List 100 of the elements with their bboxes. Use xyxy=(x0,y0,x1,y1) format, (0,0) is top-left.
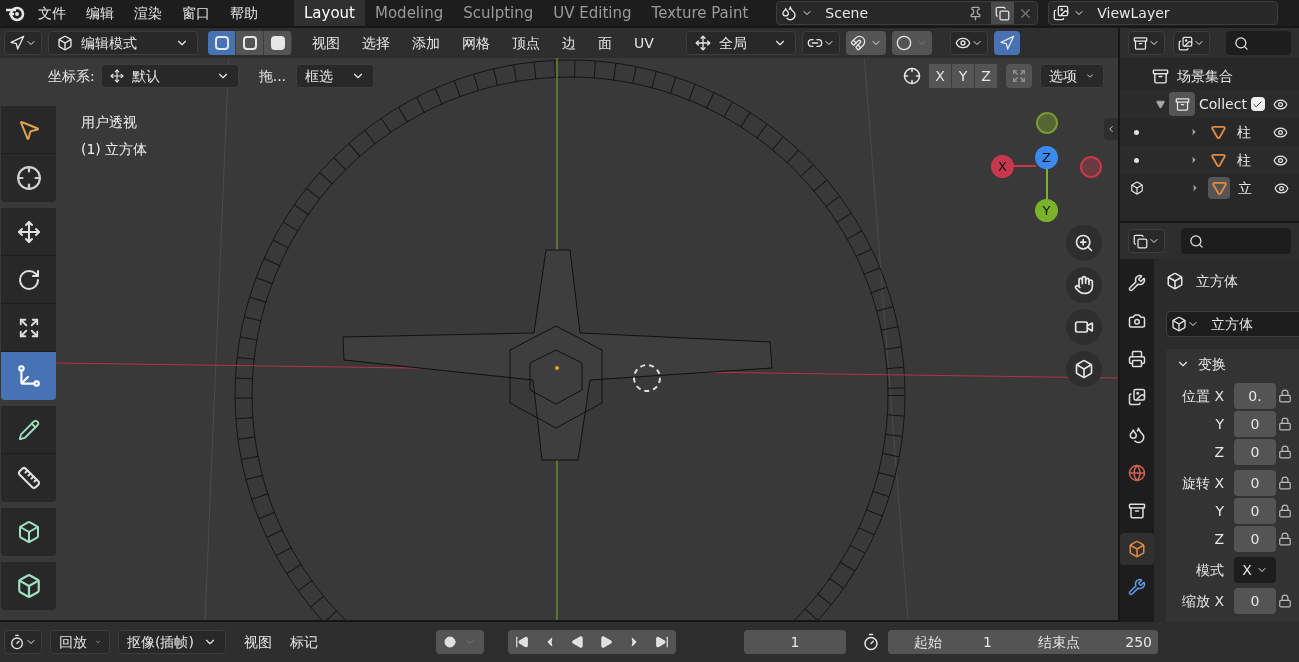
properties-search-field[interactable] xyxy=(1181,228,1291,254)
lock-icon[interactable] xyxy=(1278,504,1292,518)
number-field[interactable]: 0 xyxy=(1234,439,1276,465)
viewport-menu[interactable]: 视图 xyxy=(312,32,340,54)
menu-item[interactable]: 文件 xyxy=(38,2,66,24)
editor-type-button[interactable] xyxy=(1128,229,1165,253)
workspace-tab[interactable]: Texture Paint xyxy=(641,0,759,26)
lock-icon[interactable] xyxy=(1278,417,1292,431)
mirror-axis-button[interactable]: X xyxy=(929,64,952,88)
workspace-tab[interactable]: Modeling xyxy=(365,0,454,26)
object-name-field[interactable]: 立方体 xyxy=(1166,311,1299,337)
gizmo-toggle[interactable] xyxy=(993,31,1020,55)
move-tool-button[interactable] xyxy=(1,208,56,256)
timeline-menu[interactable]: 标记 xyxy=(290,631,318,653)
display-mode-button[interactable] xyxy=(1128,31,1165,55)
viewport-menu[interactable]: 顶点 xyxy=(512,32,540,54)
pivot-button[interactable] xyxy=(801,31,840,55)
menu-item[interactable]: 渲染 xyxy=(134,2,162,24)
object-tab[interactable] xyxy=(1120,533,1154,565)
number-field[interactable]: 0 xyxy=(1234,411,1276,437)
record-button[interactable] xyxy=(436,630,484,654)
workspace-tab[interactable]: Sculpting xyxy=(453,0,544,26)
snap-button[interactable] xyxy=(845,31,886,55)
negative-x-axis-handle[interactable] xyxy=(1080,156,1102,178)
mirror-axis-button[interactable]: Z xyxy=(975,64,998,88)
number-field[interactable]: 0. xyxy=(1234,383,1276,409)
y-axis-handle[interactable]: Y xyxy=(1035,199,1058,222)
number-field[interactable]: 0 xyxy=(1234,588,1276,614)
number-field[interactable]: 0 xyxy=(1234,526,1276,552)
scale-tool-button[interactable] xyxy=(1,304,56,352)
transform-tool-button[interactable] xyxy=(1,352,56,400)
visibility-button[interactable] xyxy=(949,31,988,55)
cursor-tool-button[interactable] xyxy=(1,154,56,202)
eye-icon[interactable] xyxy=(1273,124,1288,140)
measure-tool-button[interactable] xyxy=(1,454,56,502)
rotate-tool-button[interactable] xyxy=(1,256,56,304)
add-cube-tool-button[interactable] xyxy=(1,508,56,556)
navigation-button[interactable] xyxy=(1066,351,1102,387)
eye-icon[interactable] xyxy=(1274,180,1289,196)
outliner-search-field[interactable] xyxy=(1226,31,1291,55)
section-header[interactable]: 变换 xyxy=(1166,349,1299,379)
outliner-item-name[interactable]: 柱 xyxy=(1237,121,1251,143)
viewport-menu[interactable]: 边 xyxy=(562,32,576,54)
editor-type-button[interactable] xyxy=(4,31,42,55)
mode-dropdown[interactable]: 编辑模式 xyxy=(48,31,198,55)
select-tool-button[interactable] xyxy=(1,106,56,154)
menu-item[interactable]: 帮助 xyxy=(230,2,258,24)
workspace-tab[interactable]: UV Editing xyxy=(543,0,642,26)
lock-icon[interactable] xyxy=(1278,476,1292,490)
lock-icon[interactable] xyxy=(1278,594,1292,608)
select-mode-button[interactable] xyxy=(236,31,264,55)
menu-item[interactable]: 编辑 xyxy=(86,2,114,24)
playback-dropdown[interactable]: 回放 xyxy=(50,630,110,654)
proportional-button[interactable] xyxy=(891,31,932,55)
stopwatch-icon[interactable] xyxy=(862,633,880,651)
outliner-item-name[interactable]: Collect xyxy=(1199,93,1247,115)
select-mode-button[interactable] xyxy=(208,31,236,55)
view-layer-selector[interactable]: ViewLayer xyxy=(1048,1,1279,25)
navigation-button[interactable] xyxy=(1066,267,1102,303)
outliner-item-name[interactable]: 场景集合 xyxy=(1177,65,1233,87)
sidebar-toggle[interactable] xyxy=(1104,118,1118,140)
eye-icon[interactable] xyxy=(1272,96,1288,112)
lock-icon[interactable] xyxy=(1278,445,1292,459)
expand-icon[interactable] xyxy=(1189,127,1199,137)
lock-icon[interactable] xyxy=(1278,389,1292,403)
filter-button[interactable] xyxy=(1173,31,1210,55)
z-axis-handle[interactable]: Z xyxy=(1035,146,1058,169)
menu-item[interactable]: 窗口 xyxy=(182,2,210,24)
navigation-button[interactable] xyxy=(1066,225,1102,261)
pin-icon[interactable] xyxy=(968,5,984,21)
navigation-button[interactable] xyxy=(1066,309,1102,345)
expand-icon[interactable] xyxy=(1190,183,1200,193)
coordinate-dropdown[interactable]: 默认 xyxy=(100,64,239,88)
keying-dropdown[interactable]: 抠像(插帧) xyxy=(118,630,226,654)
scene-selector[interactable]: Scene xyxy=(776,1,1039,25)
outliner-item-name[interactable]: 柱 xyxy=(1237,149,1251,171)
expand-icon[interactable] xyxy=(1189,155,1199,165)
orientation-dropdown[interactable]: 全局 xyxy=(685,31,796,55)
expand-icon[interactable] xyxy=(1156,99,1165,109)
negative-y-axis-handle[interactable] xyxy=(1036,112,1058,134)
select-mode-button[interactable] xyxy=(264,31,292,55)
number-field[interactable]: 0 xyxy=(1234,470,1276,496)
annotate-tool-button[interactable] xyxy=(1,406,56,454)
viewport[interactable]: 编辑模式 视图 选择 添加 网格 顶点 边 面 UV 全局 坐标系: 默认 拖... 框选 X Y Z 选项 用户透视 (1) 立方体 X Z Y xyxy=(0,28,1118,620)
mode-dropdown[interactable]: X xyxy=(1234,557,1276,583)
start-frame-field[interactable]: 起始 1 xyxy=(888,630,1018,654)
lock-icon[interactable] xyxy=(1278,532,1292,546)
drag-dropdown[interactable]: 框选 xyxy=(296,64,375,88)
include-checkbox[interactable] xyxy=(1250,97,1265,111)
viewport-menu[interactable]: UV xyxy=(634,32,654,54)
auto-merge-button[interactable] xyxy=(1006,64,1032,88)
current-frame-field[interactable]: 1 xyxy=(744,630,846,654)
viewport-menu[interactable]: 添加 xyxy=(412,32,440,54)
copy-button[interactable] xyxy=(991,2,1015,24)
viewport-menu[interactable]: 网格 xyxy=(462,32,490,54)
logo-icon[interactable] xyxy=(4,4,26,22)
viewport-menu[interactable]: 选择 xyxy=(362,32,390,54)
outliner-item-name[interactable]: 立 xyxy=(1238,177,1252,199)
mirror-axis-button[interactable]: Y xyxy=(952,64,975,88)
extrude-tool-button[interactable] xyxy=(1,562,56,610)
